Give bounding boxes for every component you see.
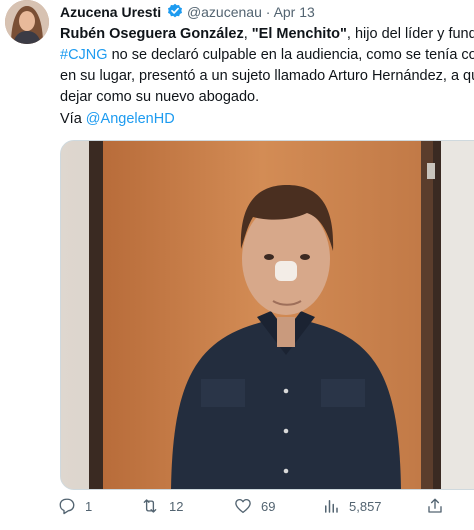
via-line: Vía @AngelenHD bbox=[60, 111, 175, 127]
heart-icon bbox=[234, 497, 252, 515]
tweet-text: Rubén Oseguera González, "El Menchito", … bbox=[60, 24, 474, 108]
like-button[interactable]: 69 bbox=[234, 497, 275, 515]
reply-icon bbox=[58, 497, 76, 515]
tweet-date[interactable]: Apr 13 bbox=[274, 4, 315, 20]
share-button[interactable] bbox=[426, 497, 444, 515]
tweet-photo[interactable] bbox=[60, 140, 474, 490]
mention-name: Rubén Oseguera González bbox=[60, 26, 244, 42]
views-button[interactable]: 5,857 bbox=[322, 497, 382, 515]
author-name[interactable]: Azucena Uresti bbox=[60, 4, 161, 20]
tweet-text-line-3: en su lugar, presentó a un sujeto llamad… bbox=[60, 68, 474, 84]
tweet-actions-bar: 1 12 69 5,857 bbox=[58, 497, 474, 521]
separator-dot: · bbox=[265, 4, 271, 20]
via-mention-link[interactable]: @AngelenHD bbox=[86, 111, 175, 127]
hashtag-link[interactable]: #CJNG bbox=[60, 47, 108, 63]
like-count: 69 bbox=[261, 498, 276, 514]
retweet-button[interactable]: 12 bbox=[140, 497, 183, 515]
share-icon bbox=[426, 497, 444, 515]
author-handle[interactable]: @azucenau bbox=[187, 4, 262, 20]
tweet-text-line-1: Rubén Oseguera González, "El Menchito", … bbox=[60, 24, 474, 45]
alias: "El Menchito" bbox=[251, 26, 347, 42]
views-count: 5,857 bbox=[349, 498, 382, 514]
text-fragment: , bbox=[243, 26, 252, 42]
views-bar-chart-icon bbox=[322, 497, 340, 515]
tweet-header: Azucena Uresti @azucenau · Apr 13 bbox=[60, 3, 315, 22]
via-prefix: Vía bbox=[60, 111, 86, 127]
text-fragment: , hijo del líder y fundador d bbox=[346, 26, 474, 42]
reply-button[interactable]: 1 bbox=[58, 497, 92, 515]
text-fragment: no se declaró culpable en la audiencia, … bbox=[111, 47, 474, 63]
tweet-text-line-4: dejar como su nuevo abogado. bbox=[60, 89, 260, 105]
retweet-count: 12 bbox=[169, 498, 184, 514]
retweet-icon bbox=[140, 497, 160, 515]
verified-badge-icon bbox=[167, 3, 183, 22]
avatar[interactable] bbox=[5, 0, 49, 44]
reply-count: 1 bbox=[85, 498, 93, 514]
tweet-text-line-2: #CJNG no se declaró culpable en la audie… bbox=[60, 45, 474, 66]
